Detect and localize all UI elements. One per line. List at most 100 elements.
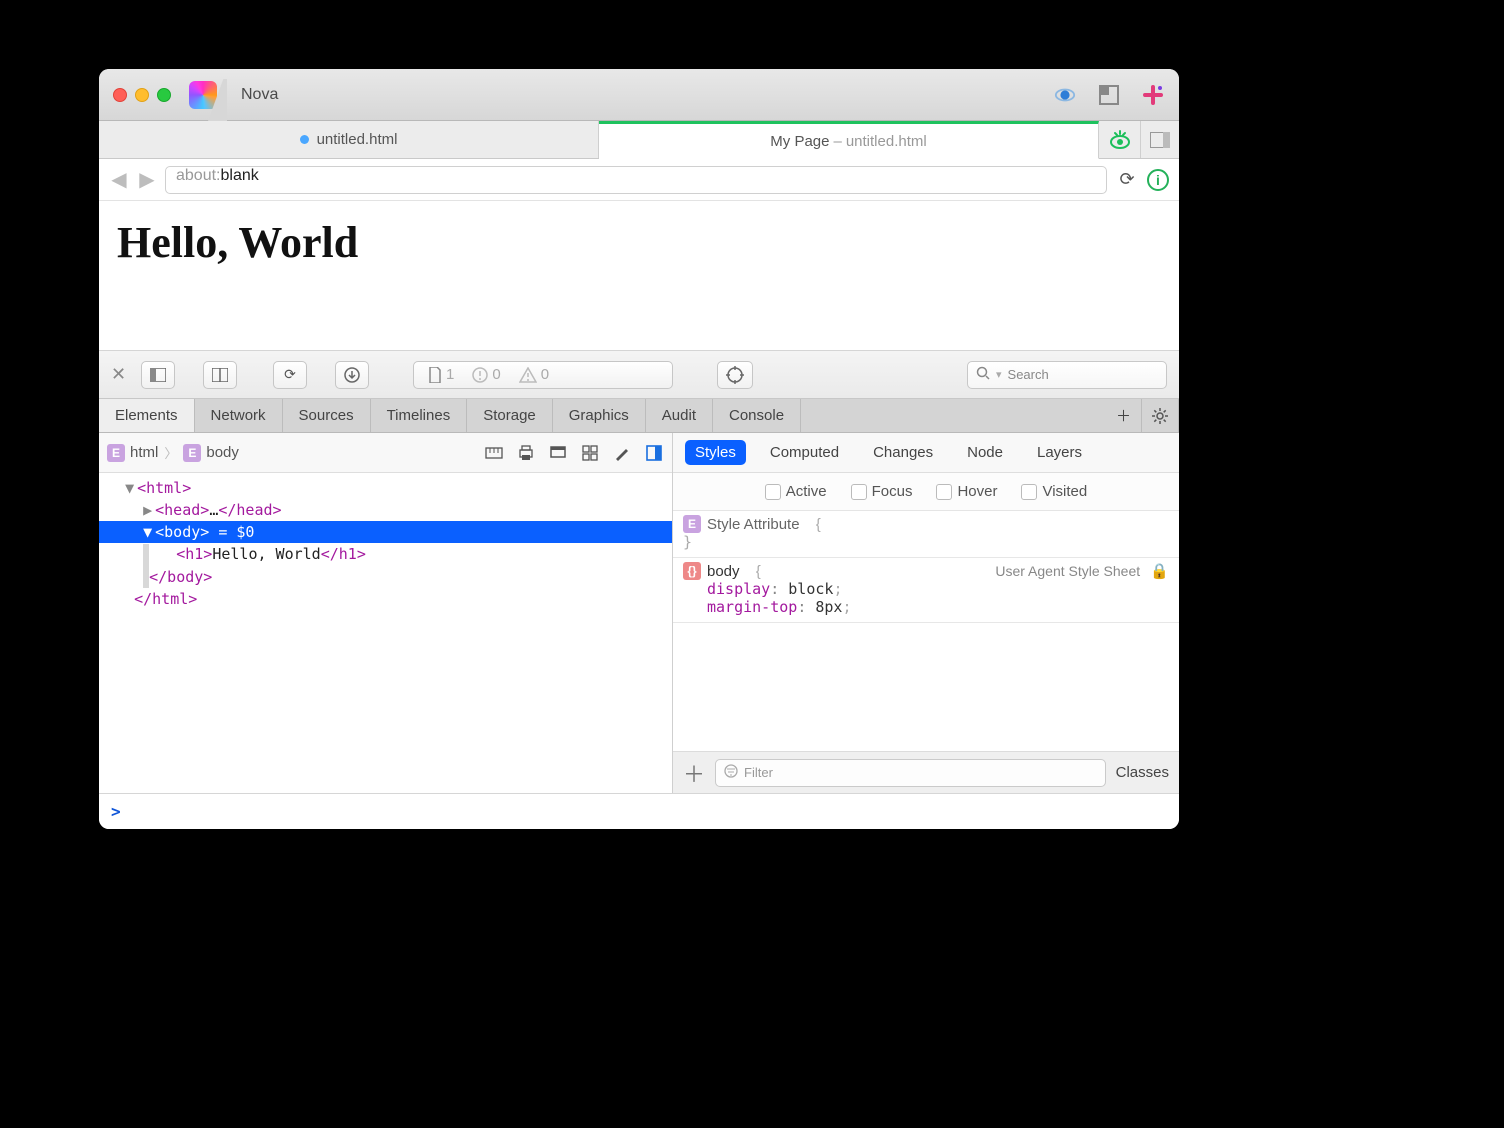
styles-filter-input[interactable]: Filter <box>715 759 1106 787</box>
add-plus-icon[interactable] <box>1141 83 1165 107</box>
lock-icon: 🔒 <box>1146 562 1169 580</box>
element-badge-icon: E <box>183 444 201 462</box>
address-bar: ◀ ▶ about:blank ⟳ i <box>99 159 1179 201</box>
filter-icon <box>724 764 738 781</box>
info-icon[interactable]: i <box>1147 169 1169 191</box>
dom-body-close[interactable]: </body> <box>99 566 672 589</box>
classes-button[interactable]: Classes <box>1116 764 1169 781</box>
tab-changes[interactable]: Changes <box>863 440 943 465</box>
tab-label: untitled.html <box>317 131 398 148</box>
dom-html-close[interactable]: </html> <box>99 588 672 610</box>
styles-filter-bar: ＋ Filter Classes <box>673 751 1179 793</box>
tab-sep: – <box>833 133 841 150</box>
crumb-body[interactable]: E body <box>183 444 239 462</box>
sidebar-toggle-icon[interactable] <box>1141 121 1179 158</box>
element-badge-icon: E <box>683 515 701 533</box>
rule-badge-icon: {} <box>683 562 701 580</box>
breadcrumb: E html 〉 E body <box>99 433 672 473</box>
resources-count: 1 <box>428 366 454 383</box>
style-rules: E Style Attribute { } {} body { User Age… <box>673 511 1179 751</box>
styles-pane: Styles Computed Changes Node Layers Acti… <box>673 433 1179 793</box>
url-input[interactable]: about:blank <box>165 166 1107 194</box>
tab-elements[interactable]: Elements <box>99 399 195 432</box>
paint-icon[interactable] <box>612 443 632 463</box>
pseudo-focus[interactable]: Focus <box>851 483 913 500</box>
tab-layers[interactable]: Layers <box>1027 440 1092 465</box>
preview-eye-icon[interactable] <box>1053 83 1077 107</box>
devtools-split: E html 〉 E body <box>99 433 1179 793</box>
tab-storage[interactable]: Storage <box>467 399 553 432</box>
pseudo-visited[interactable]: Visited <box>1021 483 1087 500</box>
tab-timelines[interactable]: Timelines <box>371 399 468 432</box>
tab-sources[interactable]: Sources <box>283 399 371 432</box>
pseudo-active[interactable]: Active <box>765 483 827 500</box>
device-icon[interactable] <box>548 443 568 463</box>
tab-console[interactable]: Console <box>713 399 801 432</box>
tab-audit[interactable]: Audit <box>646 399 713 432</box>
layout-pane-icon[interactable] <box>644 443 664 463</box>
reload-button[interactable]: ⟳ <box>1115 169 1139 190</box>
crumb-html[interactable]: E html <box>107 444 158 462</box>
add-tab-button[interactable]: ＋ <box>1106 399 1142 432</box>
print-icon[interactable] <box>516 443 536 463</box>
rule-style-attribute[interactable]: E Style Attribute { } <box>673 511 1179 558</box>
add-rule-button[interactable]: ＋ <box>683 757 705 789</box>
reload-devtools-button[interactable]: ⟳ <box>273 361 307 389</box>
prop-display[interactable]: display: block; <box>683 580 1169 598</box>
errors-count: 0 <box>472 366 500 383</box>
page-heading: Hello, World <box>117 217 1161 268</box>
dom-head[interactable]: ▶<head>…</head> <box>99 499 672 521</box>
chevron-down-icon: ▾ <box>996 368 1002 381</box>
zoom-window-button[interactable] <box>157 88 171 102</box>
dom-h1[interactable]: <h1>Hello, World</h1> <box>99 543 672 566</box>
titlebar: Nova <box>99 69 1179 121</box>
tab-preview[interactable]: My Page – untitled.html <box>599 121 1099 159</box>
devtools-close-button[interactable]: ✕ <box>111 364 131 385</box>
preview-pane: Hello, World <box>99 201 1179 351</box>
dom-body-open[interactable]: ▼<body> = $0 <box>99 521 672 543</box>
tab-graphics[interactable]: Graphics <box>553 399 646 432</box>
pseudo-hover[interactable]: Hover <box>936 483 997 500</box>
dirty-indicator-icon <box>300 135 309 144</box>
dom-tree[interactable]: ▼<html> ▶<head>…</head> ▼<body> = $0 <h1… <box>99 473 672 793</box>
tab-node[interactable]: Node <box>957 440 1013 465</box>
elements-pane: E html 〉 E body <box>99 433 673 793</box>
search-placeholder: Search <box>1008 367 1049 382</box>
tab-network[interactable]: Network <box>195 399 283 432</box>
download-button[interactable] <box>335 361 369 389</box>
nav-forward-button[interactable]: ▶ <box>137 167 157 192</box>
layout-icon[interactable] <box>1097 83 1121 107</box>
split-button[interactable] <box>203 361 237 389</box>
search-icon <box>976 366 990 383</box>
devtools-search-input[interactable]: ▾ Search <box>967 361 1167 389</box>
grid-icon[interactable] <box>580 443 600 463</box>
devtools-toolbar: ✕ ⟳ 1 0 <box>99 351 1179 399</box>
prop-margin-top[interactable]: margin-top: 8px; <box>683 598 1169 616</box>
app-window: Nova untitled.html My Page – untitled.ht… <box>99 69 1179 829</box>
nav-back-button[interactable]: ◀ <box>109 167 129 192</box>
crumb-separator-icon: 〉 <box>164 443 177 462</box>
tab-title: My Page <box>770 133 829 150</box>
tab-file: untitled.html <box>846 133 927 150</box>
resource-counts[interactable]: 1 0 0 <box>413 361 673 389</box>
rule-user-agent-body[interactable]: {} body { User Agent Style Sheet 🔒 displ… <box>673 558 1179 623</box>
visibility-eye-icon[interactable] <box>1099 121 1141 158</box>
tab-untitled[interactable]: untitled.html <box>99 121 599 158</box>
window-controls <box>113 88 171 102</box>
console-prompt[interactable]: > <box>99 793 1179 829</box>
title-tab[interactable]: Nova <box>223 69 318 121</box>
devtools-settings-button[interactable] <box>1142 399 1179 432</box>
pseudo-class-toggles: Active Focus Hover Visited <box>673 473 1179 511</box>
dock-side-button[interactable] <box>141 361 175 389</box>
inspect-element-button[interactable] <box>717 361 753 389</box>
close-window-button[interactable] <box>113 88 127 102</box>
tab-styles[interactable]: Styles <box>685 440 746 465</box>
tab-computed[interactable]: Computed <box>760 440 849 465</box>
minimize-window-button[interactable] <box>135 88 149 102</box>
devtools-tabs: Elements Network Sources Timelines Stora… <box>99 399 1179 433</box>
document-tabs: untitled.html My Page – untitled.html <box>99 121 1179 159</box>
dom-html-open[interactable]: ▼<html> <box>99 477 672 499</box>
element-badge-icon: E <box>107 444 125 462</box>
ruler-icon[interactable] <box>484 443 504 463</box>
warnings-count: 0 <box>519 366 549 383</box>
